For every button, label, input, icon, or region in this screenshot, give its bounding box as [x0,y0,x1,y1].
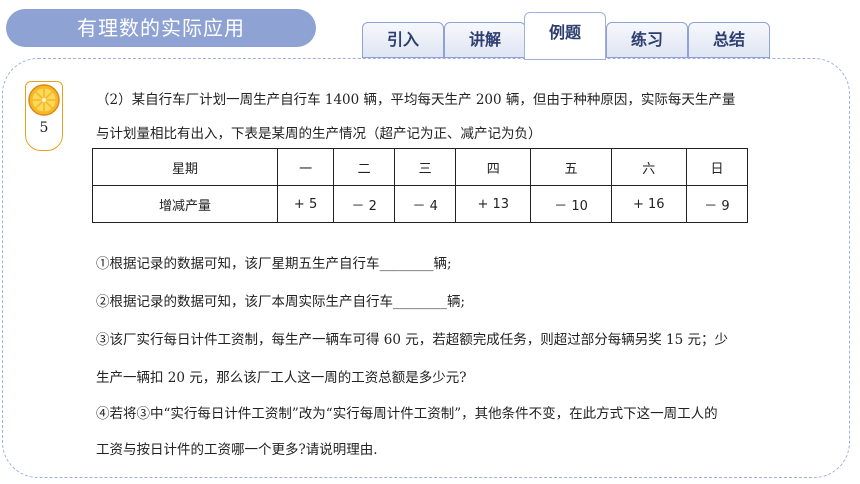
table-cell: + 16 [610,185,687,223]
question-4-line2: 工资与按日计件的工资哪一个更多?请说明理由. [96,442,378,458]
question-4-line1: ④若将③中“实行每日计件工资制”改为“实行每周计件工资制”，其他条件不变，在此方… [96,406,718,422]
table-cell: 增减产量 [92,185,278,223]
tab-practice[interactable]: 练习 [606,22,688,58]
table-row: 增减产量 + 5 － 2 － 4 + 13 － 10 + 16 － 9 [92,185,749,223]
question-3-line2: 生产一辆扣 20 元，那么该厂工人这一周的工资总额是多少元? [96,370,467,386]
table-cell: 三 [394,148,457,186]
tab-example[interactable]: 例题 [524,12,606,60]
orange-slice-icon [28,84,60,116]
problem-number: 5 [39,120,49,136]
table-cell: － 2 [333,185,396,223]
table-cell: 一 [276,148,335,186]
table-cell: 五 [530,148,612,186]
table-cell: 日 [685,148,749,186]
table-header-row: 星期 一 二 三 四 五 六 日 [92,148,749,186]
tab-intro[interactable]: 引入 [362,22,444,58]
tab-explain[interactable]: 讲解 [444,22,526,58]
production-table: 星期 一 二 三 四 五 六 日 增减产量 + 5 － 2 － 4 + 13 －… [92,148,749,223]
table-cell: + 13 [455,185,532,223]
table-cell: 星期 [92,148,278,186]
page-title: 有理数的实际应用 [6,9,316,47]
question-2: ②根据记录的数据可知，该厂本周实际生产自行车________辆; [96,294,466,310]
problem-badge: 5 [25,81,63,151]
table-cell: + 5 [276,185,335,223]
tab-summary[interactable]: 总结 [688,22,770,58]
problem-intro-line2: 与计划量相比有出入，下表是某周的生产情况（超产记为正、减产记为负） [96,126,542,142]
table-cell: － 10 [530,185,612,223]
table-cell: － 4 [394,185,457,223]
table-cell: 二 [333,148,396,186]
problem-intro-line1: （2）某自行车厂计划一周生产自行车 1400 辆，平均每天生产 200 辆，但由… [96,92,736,108]
table-cell: 四 [455,148,532,186]
table-cell: － 9 [685,185,749,223]
table-cell: 六 [610,148,687,186]
question-1: ①根据记录的数据可知，该厂星期五生产自行车________辆; [96,256,452,272]
question-3-line1: ③该厂实行每日计件工资制，每生产一辆车可得 60 元，若超额完成任务，则超过部分… [96,332,729,348]
